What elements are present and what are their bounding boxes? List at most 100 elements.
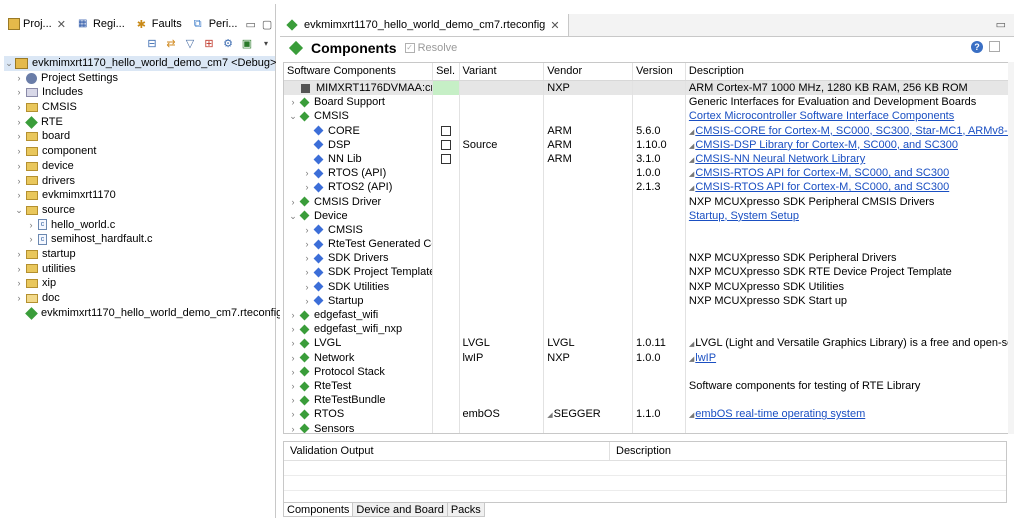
select-checkbox[interactable] [440,154,451,165]
chevron-right-icon[interactable]: › [14,291,24,306]
maximize-icon[interactable]: ▢ [262,18,272,31]
description-link[interactable]: CMSIS-RTOS API for Cortex-M, SC000, and … [695,167,949,179]
cell-description[interactable]: Cortex Microcontroller Software Interfac… [686,109,1013,123]
chevron-right-icon[interactable]: › [287,336,299,350]
close-icon[interactable]: ✕ [550,19,559,32]
chevron-right-icon[interactable]: › [14,100,24,115]
cell-description[interactable]: ◢embOS real-time operating system [686,407,1013,421]
chevron-right-icon[interactable]: › [14,129,24,144]
chevron-right-icon[interactable]: › [14,115,24,130]
table-row[interactable]: › RTOS2 (API) 2.1.3 ◢CMSIS-RTOS API for Cor… [284,180,1013,195]
minimize-icon[interactable]: ▭ [996,18,1006,31]
tree-item-startup[interactable]: › startup [4,247,275,262]
dropdown-caret-icon[interactable]: ◢ [689,171,694,178]
build-icon[interactable]: ⚙ [221,37,235,51]
chevron-right-icon[interactable]: › [287,322,299,336]
tab-device-and-board[interactable]: Device and Board [352,503,448,517]
collapse-all-icon[interactable]: ⊟ [145,37,159,51]
tree-item-rte[interactable]: › RTE [4,115,275,130]
table-row[interactable]: › edgefast_wifi_nxp [284,322,1013,337]
chevron-right-icon[interactable]: › [287,407,299,421]
table-row[interactable]: ⌄ Device Startup, System Setup [284,208,1013,223]
table-row[interactable]: › Sensors [284,421,1013,433]
dropdown-caret-icon[interactable]: ◢ [689,185,694,192]
chevron-down-icon[interactable]: ⌄ [14,203,24,218]
tab-components[interactable]: Components [283,503,354,517]
table-row[interactable]: DSP Source ARM 1.10.0 ◢CMSIS-DSP Library for… [284,137,1013,152]
tree-item-doc[interactable]: › doc [4,291,275,306]
tree-item-utilities[interactable]: › utilities [4,262,275,277]
tree-item-drivers[interactable]: › drivers [4,174,275,189]
chevron-right-icon[interactable]: › [301,251,313,265]
column-header-variant[interactable]: Variant [460,63,545,80]
tab-packs[interactable]: Packs [446,503,485,517]
cell-sel[interactable] [433,123,460,138]
cell-description[interactable]: ◢CMSIS-CORE for Cortex-M, SC000, SC300, … [686,124,1013,138]
table-row[interactable]: › edgefast_wifi [284,308,1013,323]
help-icon[interactable]: ? [971,41,983,53]
dropdown-caret-icon[interactable]: ◢ [689,341,694,348]
table-row[interactable]: › RteTestBundle [284,393,1013,408]
tree-item-board[interactable]: › board [4,129,275,144]
description-link[interactable]: Cortex Microcontroller Software Interfac… [689,110,954,122]
table-row[interactable]: › Network lwIP NXP 1.0.0 ◢lwIP [284,350,1013,365]
chevron-right-icon[interactable]: › [14,144,24,159]
chevron-right-icon[interactable]: › [14,262,24,277]
chevron-right-icon[interactable]: › [287,95,299,109]
dropdown-caret-icon[interactable]: ◢ [689,412,694,419]
mcu-icon[interactable]: ▣ [240,37,254,51]
chevron-right-icon[interactable]: › [301,294,313,308]
dropdown-caret-icon[interactable]: ◢ [689,356,694,363]
chevron-right-icon[interactable]: › [301,237,313,251]
close-icon[interactable]: ✕ [57,18,66,31]
table-row[interactable]: › SDK Utilities NXP MCUXpresso SDK Utiliti… [284,279,1013,294]
cell-description[interactable]: ◢CMSIS-DSP Library for Cortex-M, SC000, … [686,138,1013,152]
chevron-down-icon[interactable]: ⌄ [287,109,299,123]
tab-peripherals[interactable]: ⧉ Peri... [190,15,242,33]
chevron-right-icon[interactable]: › [14,247,24,262]
table-row[interactable]: › CMSIS [284,222,1013,238]
table-row[interactable]: › Protocol Stack [284,364,1013,379]
table-row[interactable]: NN Lib ARM 3.1.0 ◢CMSIS-NN Neural Network L… [284,151,1013,167]
tree-item-cmsis[interactable]: › CMSIS [4,100,275,115]
chevron-right-icon[interactable]: › [287,308,299,322]
column-header-description[interactable]: Description [686,63,1013,80]
dropdown-caret-icon[interactable]: ◢ [547,412,552,419]
column-header-vendor[interactable]: Vendor [544,63,634,80]
tree-item-semihost-hardfault-c[interactable]: › c semihost_hardfault.c [4,232,275,247]
tab-project-explorer[interactable]: Proj... ✕ [4,15,70,33]
tree-item-device[interactable]: › device [4,159,275,174]
description-link[interactable]: CMSIS-RTOS API for Cortex-M, SC000, and … [695,181,949,193]
tree-item-project-settings[interactable]: › Project Settings [4,71,275,86]
chevron-right-icon[interactable]: › [287,365,299,379]
grid-icon[interactable]: ⊞ [202,37,216,51]
chevron-right-icon[interactable]: › [301,223,313,237]
cell-description[interactable]: ◢lwIP [686,351,1013,365]
description-link[interactable]: Startup, System Setup [689,210,799,222]
dropdown-caret-icon[interactable]: ◢ [689,157,694,164]
table-row[interactable]: › RteTest Software components for testing … [284,378,1013,394]
cell-sel[interactable] [433,151,460,167]
description-link[interactable]: lwIP [695,352,716,364]
chevron-right-icon[interactable]: › [301,166,313,180]
table-row[interactable]: › Board Support Generic Interfaces for Eva… [284,95,1013,110]
column-header-validation-description[interactable]: Description [610,442,1006,460]
filter-icon[interactable]: ▽ [183,37,197,51]
tree-item-project[interactable]: ⌄ evkmimxrt1170_hello_world_demo_cm7 <De… [4,56,276,71]
tree-item-rteconfig[interactable]: evkmimxrt1170_hello_world_demo_cm7.rteco… [4,306,282,321]
cell-description[interactable]: ◢CMSIS-NN Neural Network Library [686,152,1013,166]
chevron-right-icon[interactable]: › [26,232,36,247]
description-link[interactable]: embOS real-time operating system [695,408,865,420]
table-row[interactable]: › Startup NXP MCUXpresso SDK Start up [284,293,1013,308]
table-row[interactable]: ⌄ CMSIS Cortex Microcontroller Software In… [284,109,1013,124]
dropdown-caret-icon[interactable]: ◢ [689,129,694,136]
save-icon[interactable] [989,41,1000,52]
table-row[interactable]: › RTOS embOS ◢SEGGER 1.1.0 ◢embOS real-time o… [284,407,1013,422]
tab-rteconfig[interactable]: evkmimxrt1170_hello_world_demo_cm7.rteco… [280,14,569,36]
description-link[interactable]: CMSIS-NN Neural Network Library [695,153,865,165]
chevron-right-icon[interactable]: › [287,379,299,393]
column-header-software-components[interactable]: Software Components [284,63,433,80]
table-row[interactable]: › CMSIS Driver NXP MCUXpresso SDK Peripher… [284,194,1013,209]
chevron-down-icon[interactable]: ⌄ [4,56,14,71]
chevron-right-icon[interactable]: › [14,188,24,203]
